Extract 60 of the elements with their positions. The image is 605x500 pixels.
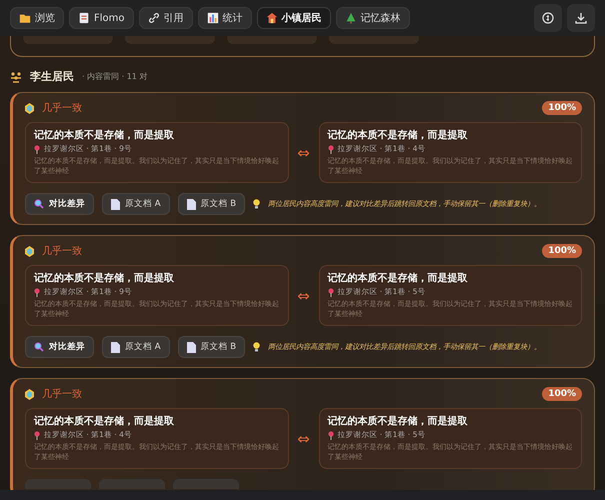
open-document-button[interactable]: 原文档 A xyxy=(102,193,170,215)
score-badge: 100% xyxy=(542,244,582,258)
lightbulb-icon xyxy=(253,199,260,209)
score-badge: 100% xyxy=(542,101,582,115)
group-name: 李生居民 xyxy=(30,69,74,84)
document-icon xyxy=(111,198,120,210)
nav-tab[interactable]: Flomo xyxy=(69,7,134,29)
memo-icon xyxy=(78,12,90,24)
note-title: 记忆的本质不是存储，而是提取 xyxy=(328,414,468,428)
note-title: 记忆的本质不是存储，而是提取 xyxy=(34,414,175,428)
search-icon xyxy=(34,199,44,209)
coin-icon xyxy=(542,12,554,24)
swap-arrow: ⇔ xyxy=(296,430,311,448)
document-icon xyxy=(111,342,120,352)
open-document-button[interactable]: 原文档 B xyxy=(178,193,246,215)
house-icon xyxy=(266,12,278,24)
download-button[interactable] xyxy=(567,4,595,32)
pin-icon xyxy=(328,430,334,440)
document-icon xyxy=(186,198,196,210)
score-badge: 100% xyxy=(542,387,582,401)
compare-button[interactable]: 对比差异 xyxy=(25,336,94,358)
pin-icon xyxy=(34,144,40,154)
similarity-label: 几乎一致 xyxy=(42,102,82,115)
pin-icon xyxy=(328,288,334,296)
search-icon xyxy=(34,342,44,352)
link-icon xyxy=(148,12,160,24)
note-title: 记忆的本质不是存储，而是提取 xyxy=(34,272,175,285)
cut-off-button[interactable] xyxy=(173,479,239,489)
similarity-label: 几乎一致 xyxy=(42,244,82,258)
nav-tab[interactable]: 统计 xyxy=(198,7,252,29)
compare-button[interactable]: 对比差异 xyxy=(25,193,94,215)
cut-off-button[interactable] xyxy=(25,479,91,489)
group-summary: · 内容雷同 · 11 对 xyxy=(82,71,148,82)
note-title: 记忆的本质不是存储，而是提取 xyxy=(328,128,468,142)
swap-arrow: ⇔ xyxy=(296,144,311,162)
download-icon xyxy=(575,12,587,24)
pin-icon xyxy=(328,144,334,154)
cut-off-button[interactable] xyxy=(99,479,165,489)
crystal-icon xyxy=(25,102,34,114)
nav-tab[interactable]: 小镇居民 xyxy=(256,7,331,29)
note-title: 记忆的本质不是存储，而是提取 xyxy=(328,272,468,285)
nav-tab[interactable]: 记忆森林 xyxy=(336,7,410,29)
nav-tab[interactable]: 浏览 xyxy=(10,7,64,29)
pin-icon xyxy=(34,430,40,440)
similarity-label: 几乎一致 xyxy=(42,388,82,401)
chart-icon xyxy=(206,12,219,24)
tree-icon xyxy=(344,12,357,24)
coin-button[interactable] xyxy=(534,4,562,32)
people-icon xyxy=(10,70,22,82)
open-document-button[interactable]: 原文档 A xyxy=(102,336,170,358)
nav-tab[interactable]: 引用 xyxy=(138,7,193,29)
pin-icon xyxy=(34,288,40,296)
note-title: 记忆的本质不是存储，而是提取 xyxy=(34,128,175,142)
folder-icon xyxy=(19,12,31,24)
lightbulb-icon xyxy=(253,342,260,352)
document-icon xyxy=(186,342,196,352)
crystal-icon xyxy=(25,388,34,400)
crystal-icon xyxy=(25,246,34,256)
swap-arrow: ⇔ xyxy=(296,286,311,304)
open-document-button[interactable]: 原文档 B xyxy=(178,336,246,358)
